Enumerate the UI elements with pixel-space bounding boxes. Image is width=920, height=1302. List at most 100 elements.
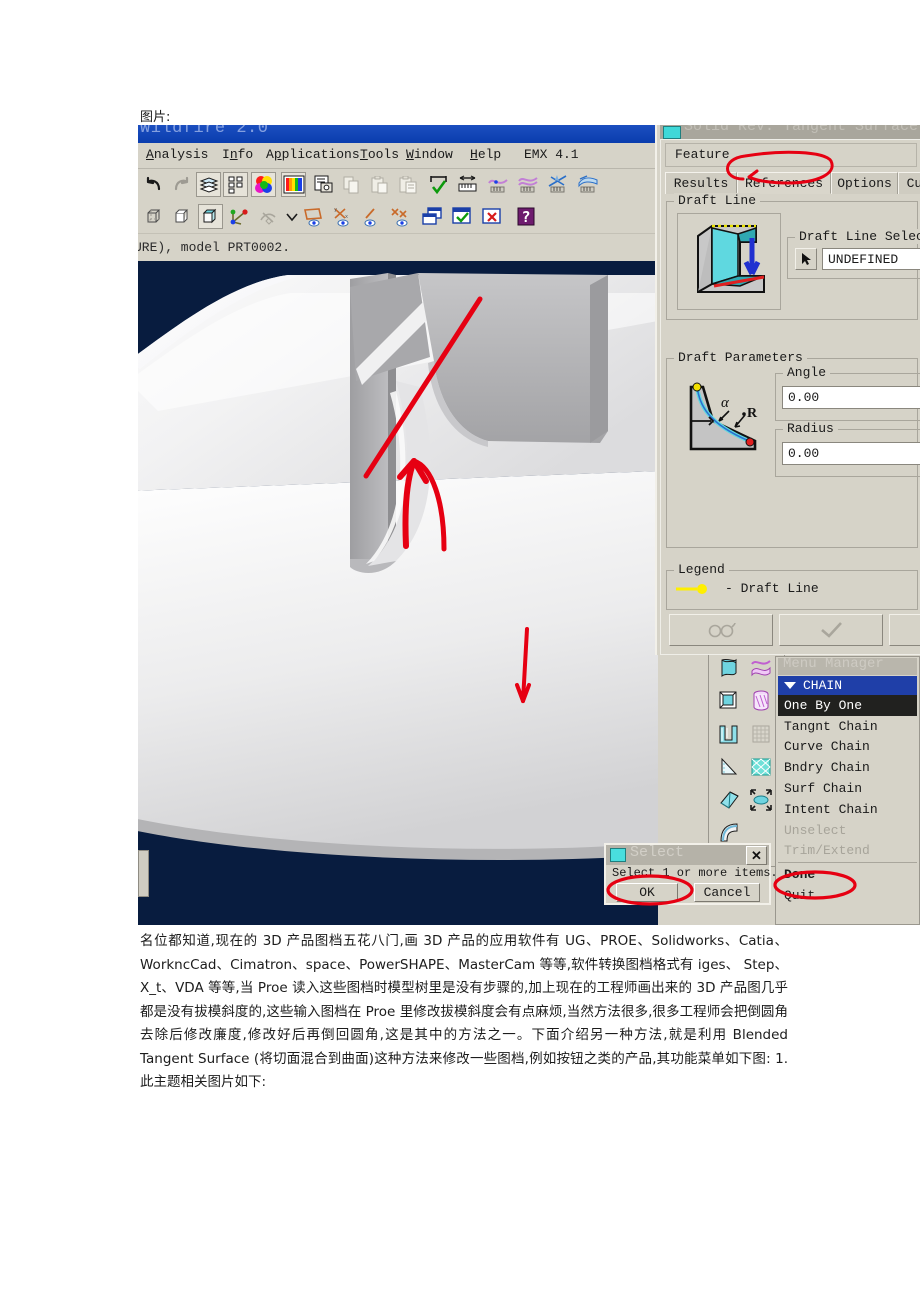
- ok-button[interactable]: OK: [616, 883, 678, 902]
- menu-item-one-by-one[interactable]: One By One: [778, 695, 917, 716]
- datum-plane-display-icon[interactable]: [300, 204, 325, 229]
- accept-window-icon[interactable]: [449, 204, 474, 229]
- surface-curvature-icon[interactable]: [575, 172, 600, 197]
- feature-dialog-icon: [663, 126, 681, 139]
- curve-analysis-icon[interactable]: [485, 172, 510, 197]
- viewport-scrollbar[interactable]: [138, 850, 149, 897]
- svg-text:α: α: [721, 395, 730, 411]
- menu-help[interactable]: Help: [470, 147, 501, 162]
- cancel-button[interactable]: [889, 614, 920, 646]
- tab-results[interactable]: Results: [665, 172, 737, 194]
- select-dialog-titlebar: Select ✕: [606, 844, 769, 865]
- feature-label: Feature: [675, 147, 730, 162]
- draft-line-preview: [677, 213, 781, 310]
- menu-item-done[interactable]: Done: [778, 864, 917, 885]
- menu-manager-list: One By One Tangnt Chain Curve Chain Bndr…: [778, 695, 917, 906]
- screen-capture-icon[interactable]: [311, 172, 336, 197]
- select-dialog-icon: [610, 848, 626, 862]
- regenerate-icon[interactable]: [426, 172, 451, 197]
- color-spectrum-icon[interactable]: [281, 172, 306, 197]
- help-icon[interactable]: ?: [513, 204, 538, 229]
- cancel-button[interactable]: Cancel: [694, 883, 760, 902]
- feature-dialog-titlebar: Solid Rev: Tangent Surface: [660, 125, 920, 139]
- spin-center-off-icon[interactable]: [255, 204, 280, 229]
- accept-button[interactable]: [779, 614, 883, 646]
- hidden-line-icon[interactable]: [170, 204, 195, 229]
- close-icon[interactable]: ✕: [746, 846, 767, 865]
- tab-references[interactable]: References: [737, 172, 831, 194]
- blend-surface-icon[interactable]: [715, 786, 742, 813]
- angle-input[interactable]: 0.00: [782, 386, 920, 409]
- model-render: [138, 261, 658, 925]
- shaded-icon[interactable]: [198, 204, 223, 229]
- tab-options[interactable]: Options: [831, 172, 898, 194]
- menu-item-curve-chain[interactable]: Curve Chain: [778, 737, 917, 758]
- draft-line-selection-label: Draft Line Selection: [795, 229, 920, 244]
- measure-icon[interactable]: [455, 172, 480, 197]
- toolbar-row-2: y x ?: [138, 201, 658, 232]
- transform-surface-icon[interactable]: [747, 786, 774, 813]
- menu-window[interactable]: Window: [406, 147, 453, 162]
- cone-surface-icon[interactable]: [715, 753, 742, 780]
- menu-tools[interactable]: Tools: [360, 147, 399, 162]
- menu-item-surf-chain[interactable]: Surf Chain: [778, 778, 917, 799]
- wireframe-icon[interactable]: [142, 204, 167, 229]
- draft-surface-icon[interactable]: [715, 720, 742, 747]
- color-appearance-icon[interactable]: [251, 172, 276, 197]
- new-window-icon[interactable]: [419, 204, 444, 229]
- undo-icon[interactable]: [142, 172, 167, 197]
- preview-button[interactable]: [669, 614, 773, 646]
- mesh-surface-icon[interactable]: [747, 753, 774, 780]
- style-curve-icon[interactable]: [747, 654, 774, 681]
- legend-draft-line-swatch: [676, 584, 707, 594]
- coord-sys-display-icon[interactable]: [387, 204, 412, 229]
- menu-item-quit[interactable]: Quit: [778, 885, 917, 906]
- datum-axes-icon[interactable]: [226, 204, 251, 229]
- svg-text:R: R: [747, 406, 758, 421]
- radius-input[interactable]: 0.00: [782, 442, 920, 465]
- paste-special-icon[interactable]: [395, 172, 420, 197]
- article-paragraph: 名位都知道,现在的 3D 产品图档五花八门,画 3D 产品的应用软件有 UG、P…: [140, 933, 788, 1090]
- draft-line-illustration: [697, 224, 765, 293]
- draft-parameters-group: Draft Parameters α R Angle 0.00 Radius 0…: [666, 350, 920, 548]
- menu-info[interactable]: Info: [222, 147, 253, 162]
- menu-manager-titlebar: Menu Manager: [778, 656, 917, 675]
- menu-item-tangnt-chain[interactable]: Tangnt Chain: [778, 716, 917, 737]
- message-text: URE), model PRT0002.: [138, 240, 291, 255]
- draft-line-selection-field[interactable]: UNDEFINED: [822, 248, 920, 270]
- feature-dialog-tabs: Results References Options Curves: [665, 172, 920, 194]
- copy-icon[interactable]: [339, 172, 364, 197]
- proe-main-window: Wildfire 2.0 Analysis Info Applications …: [138, 125, 658, 925]
- menu-analysis[interactable]: Analysis: [146, 147, 208, 162]
- paste-icon[interactable]: [367, 172, 392, 197]
- menu-separator: [778, 862, 917, 864]
- layers-icon[interactable]: [196, 172, 221, 197]
- tab-curves[interactable]: Curves: [898, 172, 920, 194]
- menu-manager-header-text: CHAIN: [803, 678, 843, 693]
- model-tree-icon[interactable]: [223, 172, 248, 197]
- menu-applications[interactable]: Applications: [266, 147, 360, 162]
- menu-item-bndry-chain[interactable]: Bndry Chain: [778, 757, 917, 778]
- menu-emx[interactable]: EMX 4.1: [524, 147, 579, 162]
- datum-point-display-icon[interactable]: [358, 204, 383, 229]
- fillet-surface-icon[interactable]: [715, 819, 742, 846]
- menu-manager-header[interactable]: CHAIN: [778, 676, 917, 695]
- surface-analysis-icon[interactable]: [515, 172, 540, 197]
- redo-icon[interactable]: [168, 172, 193, 197]
- draft-line-select-button[interactable]: [795, 248, 817, 270]
- surface-tools-palette: [708, 650, 785, 867]
- grid-disabled-icon[interactable]: [747, 720, 774, 747]
- cylindrical-pattern-icon[interactable]: [747, 687, 774, 714]
- angle-group: Angle 0.00: [775, 365, 920, 421]
- surface-free-form-icon[interactable]: [715, 654, 742, 681]
- datum-axis-display-icon[interactable]: y x: [329, 204, 354, 229]
- curvature-plot-icon[interactable]: [545, 172, 570, 197]
- radius-group: Radius 0.00: [775, 421, 920, 477]
- toolbar-row-1: [138, 169, 658, 200]
- close-window-icon[interactable]: [479, 204, 504, 229]
- select-dialog: Select ✕ Select 1 or more items. OK Canc…: [604, 843, 778, 906]
- 3d-viewport[interactable]: [138, 261, 658, 925]
- menu-item-intent-chain[interactable]: Intent Chain: [778, 799, 917, 820]
- proe-titlebar: Wildfire 2.0: [138, 125, 658, 143]
- offset-surface-icon[interactable]: [715, 687, 742, 714]
